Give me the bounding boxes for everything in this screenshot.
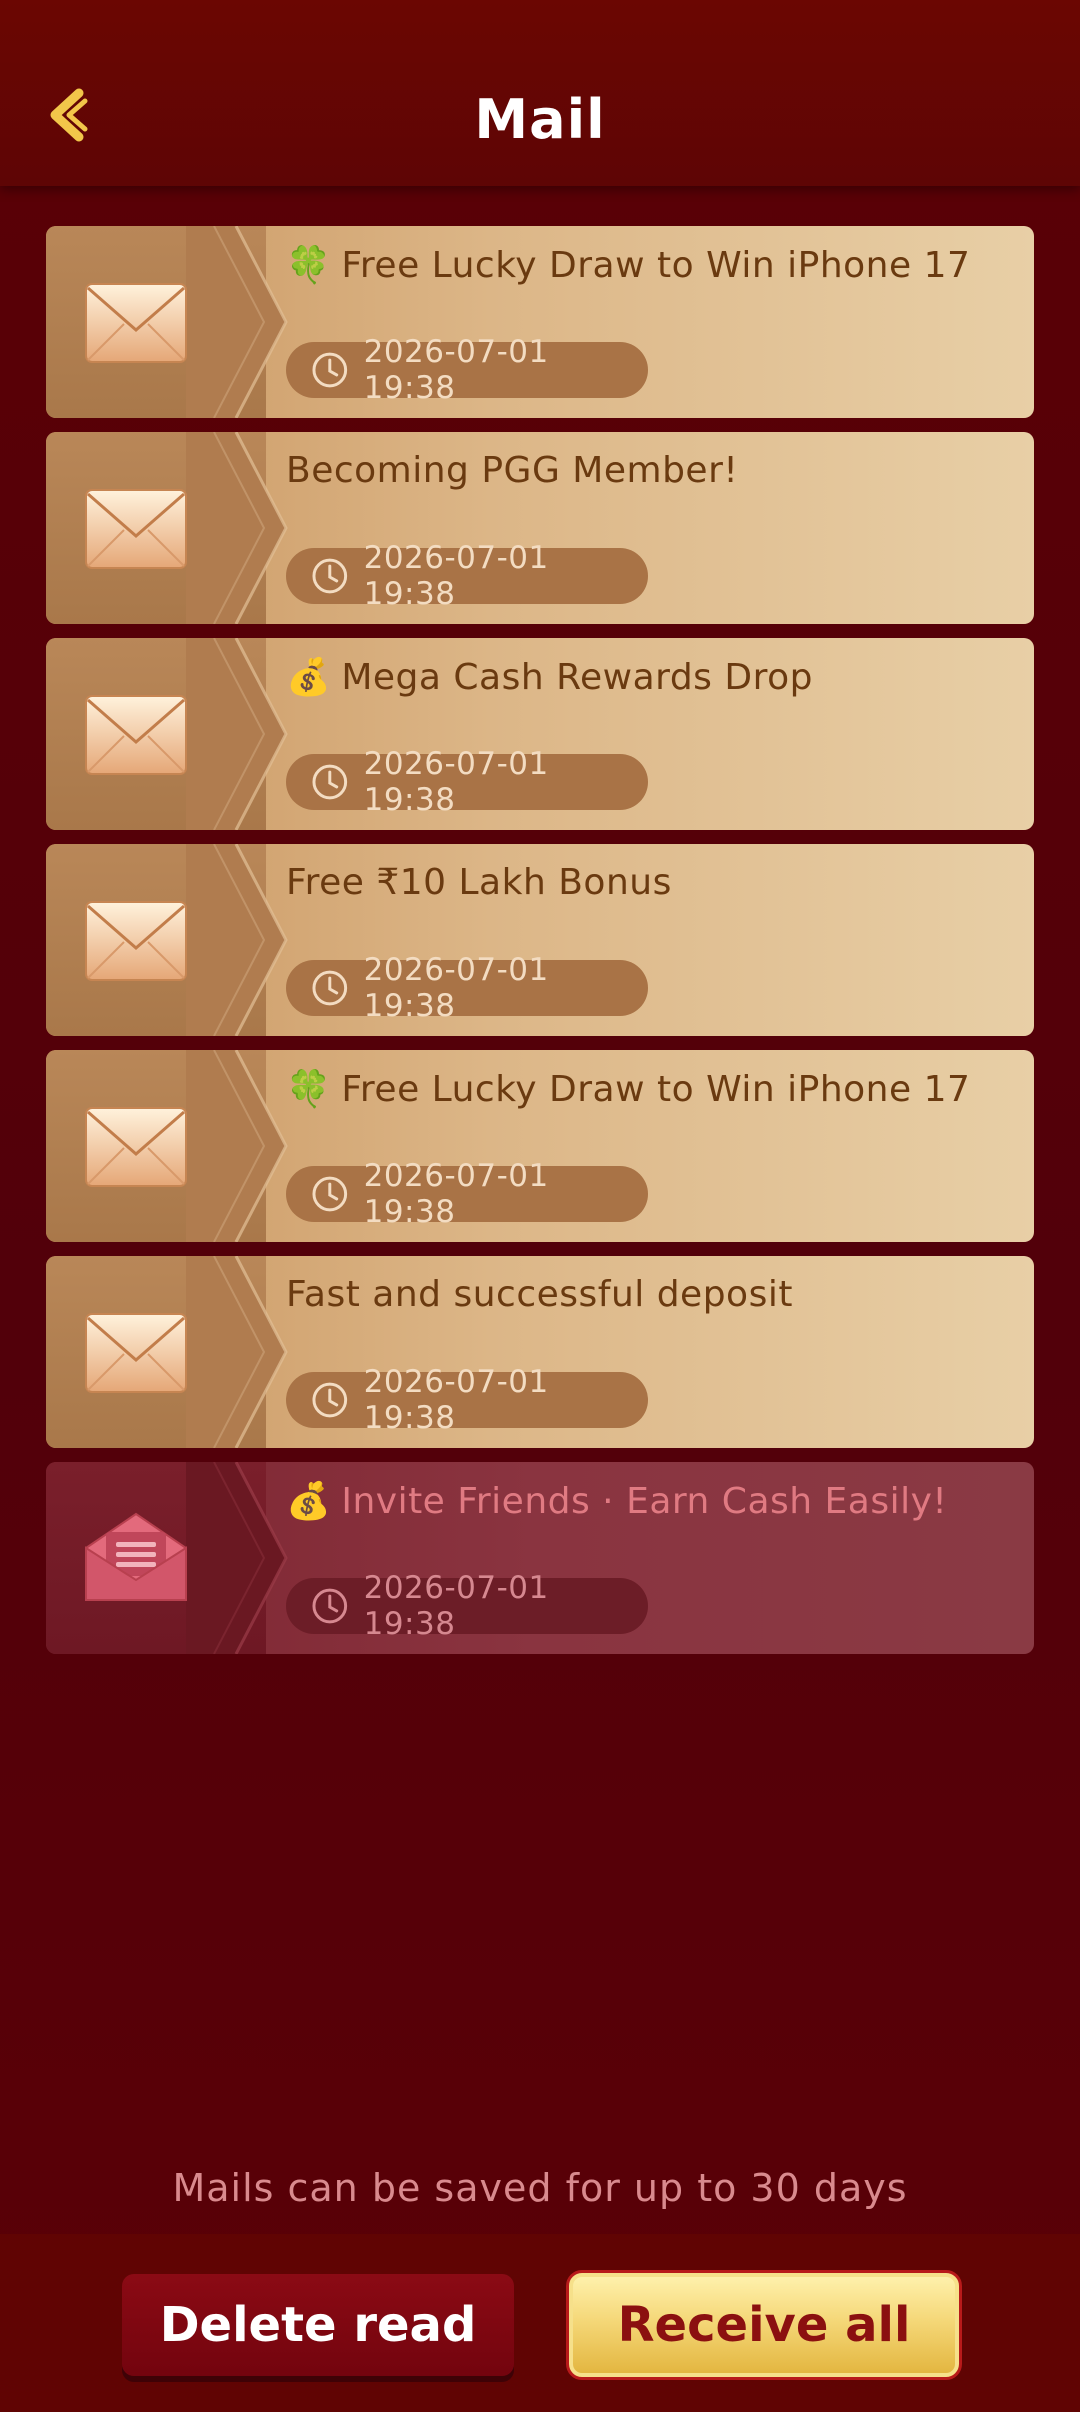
mail-title: 💰 Invite Friends · Earn Cash Easily! [286, 1480, 947, 1522]
clock-icon [312, 764, 348, 800]
mail-emoji: 💰 [286, 657, 332, 698]
mail-emoji: 🍀 [286, 1069, 332, 1110]
envelope-icon [85, 489, 187, 569]
mail-time: 2026-07-01 19:38 [363, 334, 549, 406]
mail-item[interactable]: Free ₹10 Lakh Bonus 2026-07-01 19:38 [46, 844, 1034, 1036]
receive-all-button[interactable]: Receive all [566, 2270, 962, 2380]
clock-icon [312, 970, 348, 1006]
mail-title-text: Free Lucky Draw to Win iPhone 17 [341, 1069, 971, 1110]
mail-item[interactable]: Becoming PGG Member! 2026-07-01 19:38 [46, 432, 1034, 624]
mail-time: 2026-07-01 19:38 [363, 540, 549, 612]
envelope-icon [85, 283, 187, 363]
timestamp-badge: 2026-07-01 19:38 [286, 1158, 648, 1230]
footer-bar: Delete read Receive all [0, 2234, 1080, 2412]
timestamp-badge: 2026-07-01 19:38 [286, 1570, 648, 1642]
retention-notice: Mails can be saved for up to 30 days [172, 2166, 908, 2210]
timestamp-badge: 2026-07-01 19:38 [286, 540, 648, 612]
delete-read-button[interactable]: Delete read [122, 2274, 514, 2376]
clock-icon [312, 352, 348, 388]
envelope-icon [85, 695, 187, 775]
mail-time: 2026-07-01 19:38 [363, 746, 549, 818]
mail-list: 🍀 Free Lucky Draw to Win iPhone 17 2026-0… [46, 226, 1034, 1668]
mail-time: 2026-07-01 19:38 [363, 1158, 549, 1230]
timestamp-badge: 2026-07-01 19:38 [286, 952, 648, 1024]
mail-title: 🍀 Free Lucky Draw to Win iPhone 17 [286, 1068, 970, 1110]
mail-item[interactable]: 🍀 Free Lucky Draw to Win iPhone 17 2026-0… [46, 226, 1034, 418]
opened-envelope-icon [85, 1512, 187, 1601]
envelope-icon [85, 1313, 187, 1393]
mail-title-text: Mega Cash Rewards Drop [341, 657, 813, 698]
mail-title: 🍀 Free Lucky Draw to Win iPhone 17 [286, 244, 970, 286]
timestamp-badge: 2026-07-01 19:38 [286, 334, 648, 406]
mail-time: 2026-07-01 19:38 [363, 1364, 549, 1436]
timestamp-badge: 2026-07-01 19:38 [286, 746, 648, 818]
mail-title-text: Free ₹10 Lakh Bonus [286, 862, 672, 903]
mail-time: 2026-07-01 19:38 [363, 952, 549, 1024]
mail-title: Free ₹10 Lakh Bonus [286, 862, 672, 903]
clock-icon [312, 1382, 348, 1418]
mail-emoji: 🍀 [286, 245, 332, 286]
mail-item[interactable]: Fast and successful deposit 2026-07-01 1… [46, 1256, 1034, 1448]
clock-icon [312, 1588, 348, 1624]
clock-icon [312, 1176, 348, 1212]
mail-title-text: Fast and successful deposit [286, 1274, 793, 1315]
mail-item[interactable]: 💰 Mega Cash Rewards Drop 2026-07-01 19:38 [46, 638, 1034, 830]
mail-title: Fast and successful deposit [286, 1274, 793, 1315]
clock-icon [312, 558, 348, 594]
mail-title-text: Free Lucky Draw to Win iPhone 17 [341, 245, 971, 286]
mail-emoji: 💰 [286, 1481, 332, 1522]
mail-title-text: Invite Friends · Earn Cash Easily! [341, 1481, 948, 1522]
envelope-icon [85, 1107, 187, 1187]
mail-item[interactable]: 🍀 Free Lucky Draw to Win iPhone 17 2026-0… [46, 1050, 1034, 1242]
timestamp-badge: 2026-07-01 19:38 [286, 1364, 648, 1436]
mail-title: Becoming PGG Member! [286, 450, 738, 491]
envelope-icon [85, 901, 187, 981]
app-header: Mail [0, 0, 1080, 186]
mail-item[interactable]: 💰 Invite Friends · Earn Cash Easily! 2026… [46, 1462, 1034, 1654]
mail-title-text: Becoming PGG Member! [286, 450, 739, 491]
mail-time: 2026-07-01 19:38 [363, 1570, 549, 1642]
page-title: Mail [474, 88, 606, 151]
mail-title: 💰 Mega Cash Rewards Drop [286, 656, 813, 698]
